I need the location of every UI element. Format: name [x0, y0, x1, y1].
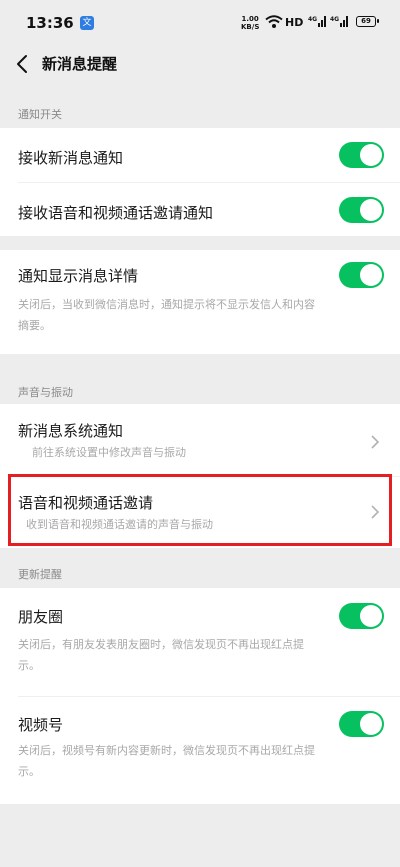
toggle-knob — [360, 713, 382, 735]
show-detail-toggle[interactable] — [339, 262, 384, 288]
app-notification-icon: 文 — [80, 16, 94, 30]
divider — [18, 182, 400, 183]
network-speed: 1.00 KB/S — [241, 15, 259, 31]
network-speed-value: 1.00 — [241, 15, 259, 23]
battery-icon: 69 — [356, 16, 379, 27]
channels-toggle[interactable] — [339, 711, 384, 737]
status-bar: 13:36 文 1.00 KB/S HD 4G 4G 69 — [0, 0, 400, 44]
network-speed-unit: KB/S — [241, 23, 260, 31]
nav-bar: 新消息提醒 — [0, 44, 400, 84]
status-time: 13:36 — [26, 14, 74, 32]
back-arrow-icon[interactable] — [12, 52, 36, 76]
svg-text:4G: 4G — [308, 16, 317, 23]
highlight-box — [8, 474, 392, 546]
moments-toggle[interactable] — [339, 603, 384, 629]
system-notify-row[interactable]: 新消息系统通知 前往系统设置中修改声音与振动 — [0, 404, 400, 476]
toggle-knob — [360, 199, 382, 221]
receive-new-message-label: 接收新消息通知 — [18, 149, 124, 167]
section-header-notify-switch: 通知开关 — [18, 108, 62, 121]
channels-label: 视频号 — [18, 716, 64, 734]
notify-switch-card: 接收新消息通知 接收语音和视频通话邀请通知 — [0, 128, 400, 236]
signal-icon: 4G — [308, 16, 326, 27]
show-detail-label: 通知显示消息详情 — [18, 267, 139, 285]
hd-indicator: HD — [285, 16, 304, 29]
system-notify-description: 前往系统设置中修改声音与振动 — [32, 446, 186, 459]
moments-label: 朋友圈 — [18, 608, 64, 626]
section-header-update-reminder: 更新提醒 — [18, 568, 62, 581]
receive-new-message-toggle[interactable] — [339, 142, 384, 168]
toggle-knob — [360, 144, 382, 166]
chevron-right-icon — [371, 435, 380, 449]
show-detail-card: 通知显示消息详情 关闭后，当收到微信消息时，通知提示将不显示发信人和内容摘要。 — [0, 250, 400, 354]
receive-call-invite-toggle[interactable] — [339, 197, 384, 223]
section-header-sound-vibration: 声音与振动 — [18, 386, 73, 399]
signal-icon-2: 4G — [330, 16, 348, 27]
wifi-icon — [265, 15, 283, 28]
receive-call-invite-label: 接收语音和视频通话邀请通知 — [18, 204, 214, 222]
update-reminder-card: 朋友圈 关闭后，有朋友发表朋友圈时，微信发现页不再出现红点提示。 视频号 关闭后… — [0, 588, 400, 804]
svg-text:4G: 4G — [330, 16, 339, 23]
toggle-knob — [360, 605, 382, 627]
toggle-knob — [360, 264, 382, 286]
divider — [18, 696, 400, 697]
show-detail-description: 关闭后，当收到微信消息时，通知提示将不显示发信人和内容摘要。 — [18, 298, 315, 332]
system-notify-label: 新消息系统通知 — [18, 422, 124, 440]
channels-description: 关闭后，视频号有新内容更新时，微信发现页不再出现红点提示。 — [18, 744, 315, 778]
moments-description: 关闭后，有朋友发表朋友圈时，微信发现页不再出现红点提示。 — [18, 638, 304, 672]
page-title: 新消息提醒 — [42, 55, 118, 73]
